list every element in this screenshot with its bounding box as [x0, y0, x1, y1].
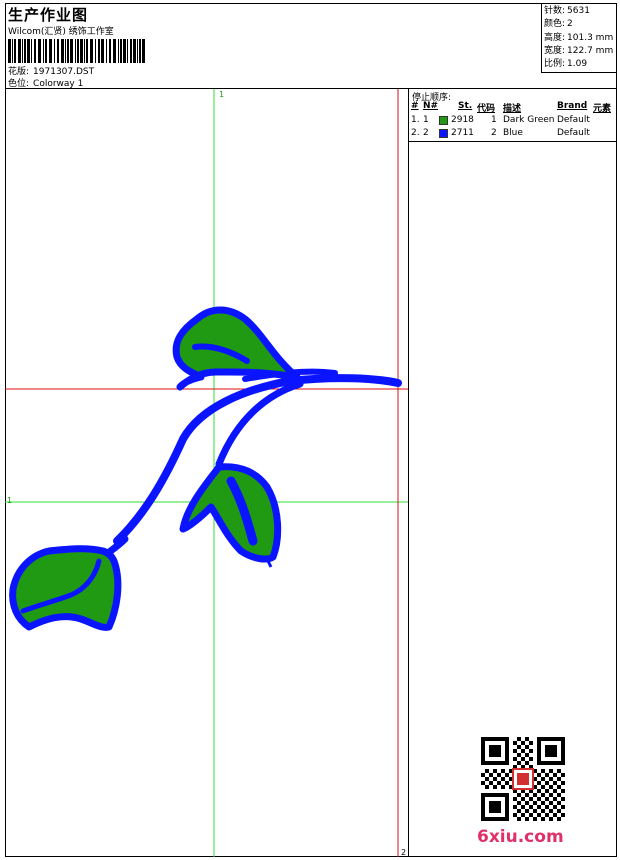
stat-width: 宽度: 122.7 mm: [544, 45, 617, 58]
row-stitch: 2918: [451, 115, 474, 125]
stat-label: 宽度:: [544, 45, 566, 56]
design-canvas: 1 1 2: [5, 89, 408, 857]
colorway-label: 色位:: [8, 79, 30, 89]
panel-divider: [409, 141, 617, 142]
marker-top: 1: [219, 90, 224, 99]
row-code: 2: [491, 128, 497, 138]
table-row: 1. 1 2918 1 Dark Green Default: [409, 115, 617, 127]
col-code: 代码: [477, 104, 496, 114]
row-brand: Default: [557, 115, 590, 125]
leaf-bottom: [9, 545, 122, 631]
table-row: 2. 2 2711 2 Blue Default: [409, 128, 617, 140]
stat-colors: 颜色: 2: [544, 18, 617, 31]
col-stitch: St.: [458, 101, 473, 111]
row-description: Dark Green: [503, 115, 555, 125]
stat-label: 颜色:: [544, 19, 566, 30]
company-name: Wilcom(汇贤) 绣饰工作室: [8, 27, 114, 37]
watermark: 6xiu.com: [477, 827, 564, 847]
stat-scale: 比例: 1.09: [544, 58, 617, 71]
col-needle: N#: [423, 101, 439, 111]
row-needle: 2: [423, 128, 429, 138]
stop-sequence-header: # N# St. 代码 描述 Brand 元素: [409, 101, 617, 114]
row-brand: Default: [557, 128, 590, 138]
qr-code-icon: [481, 737, 565, 821]
colorway-value: Colorway 1: [33, 79, 84, 89]
stat-value: 101.3 mm: [567, 32, 614, 43]
page-title: 生产作业图: [8, 6, 89, 24]
color-swatch: [439, 116, 448, 125]
stat-value: 2: [567, 19, 573, 30]
stat-stitches: 针数: 5631: [544, 5, 617, 18]
row-index: 1.: [411, 115, 420, 125]
stat-value: 1.09: [567, 59, 588, 70]
row-code: 1: [491, 115, 497, 125]
stat-label: 高度:: [544, 32, 566, 43]
embroidery-preview: 1 1 2: [5, 89, 408, 857]
worksheet-header: 生产作业图 Wilcom(汇贤) 绣饰工作室 花版: 1971307.DST 色位…: [5, 3, 617, 89]
stop-sequence-panel: 停止顺序: # N# St. 代码 描述 Brand 元素 1. 1 2918 …: [408, 89, 617, 857]
marker-left: 1: [7, 496, 12, 505]
row-needle: 1: [423, 115, 429, 125]
col-index: #: [411, 101, 419, 111]
col-element: 元素: [593, 104, 612, 114]
stats-box: 针数: 5631 颜色: 2 高度: 101.3 mm 宽度: 122.7 mm 比例:…: [541, 3, 617, 73]
row-stitch: 2711: [451, 128, 474, 138]
stat-label: 针数:: [544, 6, 566, 16]
row-description: Blue: [503, 128, 523, 138]
col-brand: Brand: [557, 101, 588, 111]
color-swatch: [439, 129, 448, 138]
barcode-icon: [8, 39, 145, 63]
stat-value: 122.7 mm: [567, 45, 614, 56]
col-description: 描述: [503, 104, 522, 114]
stat-value: 5631: [567, 6, 590, 16]
stat-height: 高度: 101.3 mm: [544, 32, 617, 45]
stat-label: 比例:: [544, 59, 566, 70]
row-index: 2.: [411, 128, 420, 138]
marker-bottom: 2: [401, 848, 406, 857]
colorway-line: 色位: Colorway 1: [8, 76, 83, 89]
